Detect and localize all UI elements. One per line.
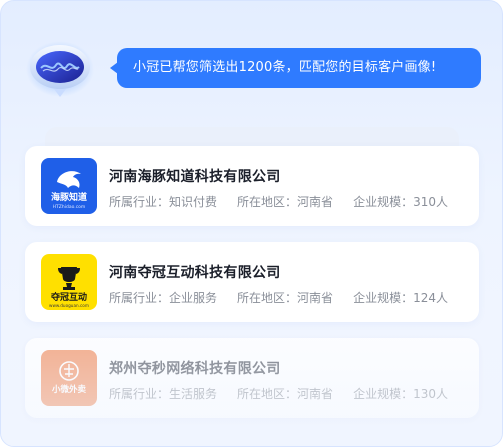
- region-label: 所在地区：: [237, 291, 298, 305]
- industry-label: 所属行业：: [109, 291, 170, 305]
- logo-text: 海豚知道: [51, 191, 87, 203]
- scale-value: 124人: [413, 291, 448, 305]
- company-meta: 所属行业：知识付费 所在地区：河南省 企业规模：310人: [109, 193, 468, 210]
- company-logo: 海豚知道 HTZhidao.com: [41, 158, 97, 214]
- company-card[interactable]: 海豚知道 HTZhidao.com 河南海豚知道科技有限公司 所属行业：知识付费…: [25, 146, 479, 226]
- scale-label: 企业规模：: [353, 291, 414, 305]
- trophy-logo-icon: 夺冠互动 www.duoguan.com: [41, 254, 97, 310]
- logo-text: 夺冠互动: [51, 291, 87, 303]
- company-name[interactable]: 河南海豚知道科技有限公司: [109, 166, 281, 186]
- region-value: 河南省: [297, 291, 334, 305]
- scale-label: 企业规模：: [353, 387, 414, 401]
- customer-match-panel: 小冠已帮您筛选出1200条，匹配您的目标客户画像! 海豚知道 HTZhidao.…: [0, 0, 503, 447]
- company-meta: 所属行业：生活服务 所在地区：河南省 企业规模：130人: [109, 385, 468, 402]
- company-name[interactable]: 郑州夺秒网络科技有限公司: [109, 358, 281, 378]
- dolphin-logo-icon: 海豚知道 HTZhidao.com: [41, 158, 97, 214]
- logo-subtext: www.duoguan.com: [49, 303, 89, 308]
- company-card[interactable]: 夺冠互动 www.duoguan.com 河南夺冠互动科技有限公司 所属行业：企…: [25, 242, 479, 322]
- company-logo: 小微外卖: [41, 350, 97, 406]
- industry-label: 所属行业：: [109, 387, 170, 401]
- logo-subtext: HTZhidao.com: [53, 204, 86, 210]
- logo-text: 小微外卖: [51, 384, 87, 395]
- company-logo: 夺冠互动 www.duoguan.com: [41, 254, 97, 310]
- takeout-logo-icon: 小微外卖: [41, 350, 97, 406]
- scale-value: 310人: [413, 195, 448, 209]
- region-value: 河南省: [297, 387, 334, 401]
- region-label: 所在地区：: [237, 195, 298, 209]
- assistant-message-bubble: 小冠已帮您筛选出1200条，匹配您的目标客户画像!: [110, 48, 481, 88]
- company-name[interactable]: 河南夺冠互动科技有限公司: [109, 262, 281, 282]
- region-label: 所在地区：: [237, 387, 298, 401]
- company-meta: 所属行业：企业服务 所在地区：河南省 企业规模：124人: [109, 289, 468, 306]
- industry-value: 知识付费: [169, 195, 218, 209]
- company-card[interactable]: 小微外卖 郑州夺秒网络科技有限公司 所属行业：生活服务 所在地区：河南省 企业规…: [25, 338, 479, 418]
- region-value: 河南省: [297, 195, 334, 209]
- robot-face-icon: [26, 41, 94, 97]
- industry-value: 生活服务: [169, 387, 218, 401]
- industry-value: 企业服务: [169, 291, 218, 305]
- assistant-avatar: [25, 39, 95, 99]
- scale-label: 企业规模：: [353, 195, 414, 209]
- industry-label: 所属行业：: [109, 195, 170, 209]
- scale-value: 130人: [413, 387, 448, 401]
